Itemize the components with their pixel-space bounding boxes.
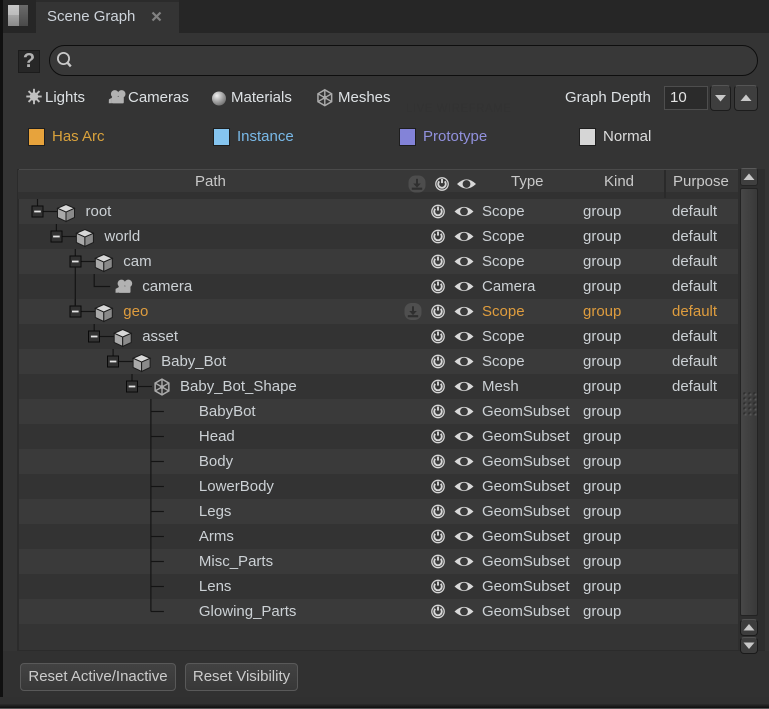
svg-text:LIVE WIREFRAME: LIVE WIREFRAME — [406, 103, 511, 115]
